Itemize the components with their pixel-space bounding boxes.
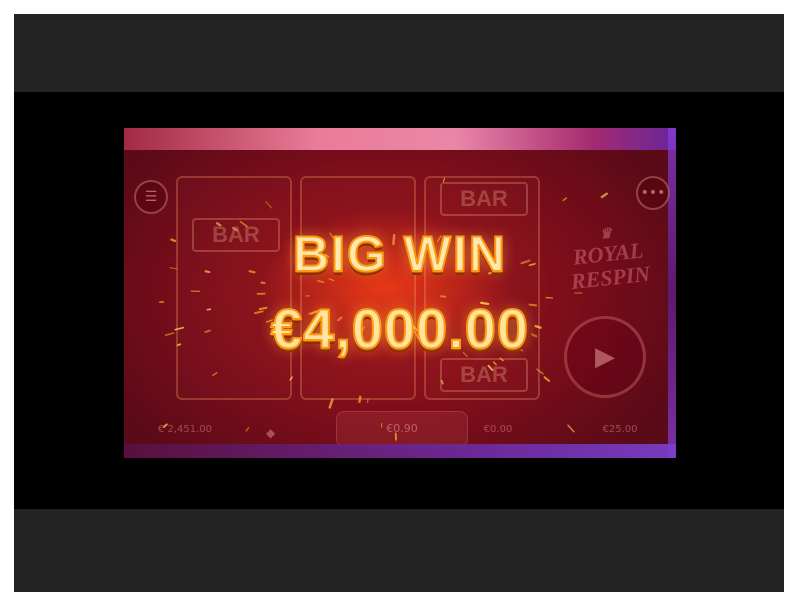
menu-icon: ☰	[144, 189, 158, 205]
balance-value: € 2,451.00	[157, 424, 213, 435]
bet-display: €25.00	[590, 424, 650, 448]
reel-3: BAR BAR	[424, 176, 540, 400]
stake-value: €0.90	[386, 422, 418, 435]
more-button[interactable]: •••	[636, 176, 670, 210]
more-icon: •••	[640, 185, 666, 201]
win-value: €0.00	[483, 424, 513, 435]
spark	[567, 424, 575, 433]
big-win-title: BIG WIN	[292, 225, 507, 283]
video-frame: BAR BAR BAR ☰ ••• ♛ ROYAL RESPIN ▶ € 2,4…	[14, 14, 784, 592]
balance-display: € 2,451.00	[150, 424, 220, 448]
letterbox-bottom	[14, 509, 784, 592]
game-screen[interactable]: BAR BAR BAR ☰ ••• ♛ ROYAL RESPIN ▶ € 2,4…	[124, 128, 676, 458]
spark	[562, 197, 568, 202]
stake-selector[interactable]: €0.90	[336, 411, 468, 447]
win-display: €0.00	[468, 424, 528, 448]
reel-1: BAR	[176, 176, 292, 400]
win-amount: €4,000.00	[270, 297, 530, 361]
spark	[543, 376, 551, 382]
reels-area: BAR BAR BAR	[176, 176, 540, 400]
settings-icon[interactable]: ◆	[266, 426, 275, 440]
spark	[245, 427, 250, 432]
reel-symbol: BAR	[440, 358, 528, 392]
reel-2	[300, 176, 416, 400]
game-edge-glow	[668, 128, 676, 458]
menu-button[interactable]: ☰	[134, 180, 168, 214]
spark	[600, 192, 608, 199]
letterbox-top	[14, 14, 784, 92]
reel-symbol: BAR	[440, 182, 528, 216]
spark	[328, 398, 334, 409]
bet-value: €25.00	[602, 424, 638, 435]
